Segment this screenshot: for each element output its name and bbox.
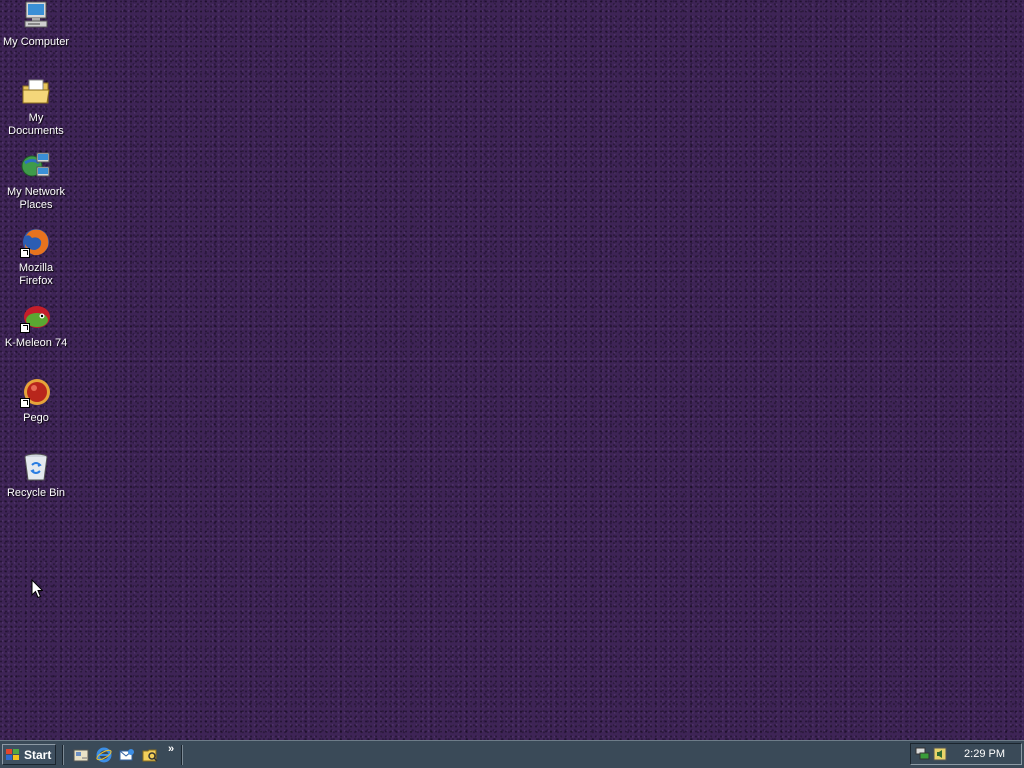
desktop-background[interactable]: My Computer My Documents My Network Plac…: [0, 0, 1024, 740]
quick-launch-overflow-button[interactable]: »: [168, 743, 174, 755]
taskbar-separator: [62, 745, 64, 765]
start-label: Start: [24, 747, 52, 762]
desktop-icon-my-network-places[interactable]: My Network Places: [0, 150, 72, 213]
windows-logo-icon: [6, 748, 20, 761]
desktop-icon-label: Recycle Bin: [6, 487, 66, 499]
desktop-icon-my-documents[interactable]: My Documents: [0, 76, 72, 139]
desktop-icon-mozilla-firefox[interactable]: Mozilla Firefox: [0, 226, 72, 289]
network-status-icon[interactable]: [915, 747, 931, 766]
kmeleon-icon: [20, 301, 52, 333]
show-desktop-icon[interactable]: [73, 747, 89, 763]
taskbar: Start: [0, 740, 1024, 768]
clock[interactable]: 2:29 PM: [964, 748, 1005, 760]
network-places-icon: [20, 150, 52, 182]
volume-icon[interactable]: [933, 747, 947, 766]
desktop-icon-label: K-Meleon 74: [4, 337, 68, 349]
desktop-icon-recycle-bin[interactable]: Recycle Bin: [0, 451, 72, 501]
explorer-folder-icon[interactable]: [142, 747, 158, 763]
shortcut-arrow-icon: [20, 398, 30, 408]
taskbar-separator: [181, 745, 183, 765]
shortcut-arrow-icon: [20, 248, 30, 258]
internet-explorer-icon[interactable]: [96, 747, 112, 763]
desktop-icon-pego[interactable]: Pego: [0, 376, 72, 426]
start-button[interactable]: Start: [2, 744, 56, 765]
desktop-icon-label: My Network Places: [6, 186, 66, 211]
firefox-icon: [20, 226, 52, 258]
recycle-bin-icon: [20, 451, 52, 483]
pego-icon: [20, 376, 52, 408]
desktop-icon-k-meleon[interactable]: K-Meleon 74: [0, 301, 72, 351]
desktop-icon-label: Mozilla Firefox: [18, 262, 54, 287]
mouse-cursor-icon: [31, 578, 44, 604]
my-computer-icon: [20, 0, 52, 32]
my-documents-folder-icon: [20, 76, 52, 108]
desktop-icon-my-computer[interactable]: My Computer: [0, 0, 72, 50]
shortcut-arrow-icon: [20, 323, 30, 333]
outlook-express-icon[interactable]: [119, 747, 135, 763]
desktop-icon-label: Pego: [23, 412, 49, 424]
desktop-icon-label: My Computer: [2, 36, 70, 48]
system-tray: 2:29 PM: [910, 743, 1022, 765]
desktop-icon-label: My Documents: [8, 112, 64, 137]
